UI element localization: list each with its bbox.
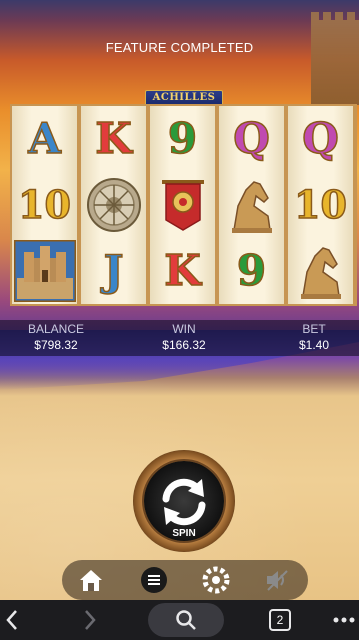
symbol-cell bbox=[12, 238, 77, 304]
menu-icon bbox=[141, 567, 167, 593]
reel-4: Q 9 bbox=[219, 106, 284, 304]
settings-button[interactable] bbox=[201, 565, 231, 595]
symbol-cell: J bbox=[81, 238, 146, 304]
home-button[interactable] bbox=[76, 565, 106, 595]
symbol-cell: K bbox=[150, 238, 215, 304]
search-icon bbox=[176, 610, 196, 630]
forward-button[interactable] bbox=[80, 603, 100, 637]
symbol-ten: 10 bbox=[293, 182, 347, 227]
bet-label: BET bbox=[302, 322, 326, 336]
symbol-nine: 9 bbox=[236, 246, 267, 295]
symbol-king: K bbox=[94, 114, 132, 163]
symbol-cell: Q bbox=[288, 106, 353, 172]
forward-icon bbox=[85, 610, 96, 630]
horse-symbol-icon bbox=[231, 181, 272, 233]
balance-label: BALANCE bbox=[27, 322, 85, 336]
symbol-queen: Q bbox=[232, 114, 270, 163]
castle-symbol-icon bbox=[13, 240, 76, 302]
reel-5: Q 10 bbox=[288, 106, 353, 304]
symbol-ten: 10 bbox=[17, 182, 71, 227]
reel-3: 9 K bbox=[150, 106, 215, 304]
tabs-button[interactable]: 2 bbox=[266, 603, 294, 637]
symbol-cell: 10 bbox=[12, 172, 77, 238]
balance-stat: BALANCE $798.32 bbox=[18, 322, 94, 352]
symbol-nine: 9 bbox=[167, 114, 198, 163]
reel-grid: A 10 K J 9 K Q 9 Q 10 bbox=[10, 104, 357, 306]
horse-symbol-icon bbox=[300, 247, 341, 299]
win-label: WIN bbox=[172, 322, 196, 336]
feature-message: FEATURE COMPLETED bbox=[105, 40, 254, 55]
castle-tower-background bbox=[311, 12, 359, 105]
symbol-cell bbox=[81, 172, 146, 238]
more-button[interactable] bbox=[330, 603, 358, 637]
symbol-cell: Q bbox=[219, 106, 284, 172]
sound-muted-icon bbox=[267, 570, 288, 591]
tabs-icon: 2 bbox=[269, 609, 291, 631]
symbol-cell: A bbox=[12, 106, 77, 172]
settings-icon bbox=[202, 566, 230, 594]
symbol-cell: K bbox=[81, 106, 146, 172]
shield-symbol-icon bbox=[86, 178, 141, 232]
back-button[interactable] bbox=[2, 603, 22, 637]
sound-button[interactable] bbox=[262, 565, 292, 595]
more-icon bbox=[333, 617, 355, 623]
symbol-jack: J bbox=[103, 246, 124, 295]
bet-value: $1.40 bbox=[298, 338, 330, 352]
reel-1: A 10 bbox=[12, 106, 77, 304]
search-button[interactable] bbox=[148, 603, 224, 637]
symbol-cell bbox=[150, 172, 215, 238]
menu-button[interactable] bbox=[139, 565, 169, 595]
symbol-cell: 10 bbox=[288, 172, 353, 238]
spin-label: SPIN bbox=[172, 528, 196, 539]
symbol-queen: Q bbox=[301, 114, 339, 163]
symbol-cell bbox=[219, 172, 284, 238]
win-stat: WIN $166.32 bbox=[146, 322, 222, 352]
banner-symbol-icon bbox=[161, 180, 204, 231]
win-value: $166.32 bbox=[162, 338, 206, 352]
symbol-king: K bbox=[163, 246, 201, 295]
symbol-cell bbox=[288, 238, 353, 304]
bet-stat: BET $1.40 bbox=[276, 322, 352, 352]
home-icon bbox=[80, 570, 102, 591]
symbol-ace: A bbox=[27, 114, 61, 163]
symbol-cell: 9 bbox=[219, 238, 284, 304]
back-icon bbox=[6, 610, 17, 630]
balance-value: $798.32 bbox=[34, 338, 78, 352]
symbol-cell: 9 bbox=[150, 106, 215, 172]
stats-bar: BALANCE $798.32 WIN $166.32 BET $1.40 bbox=[0, 320, 359, 356]
reel-2: K J bbox=[81, 106, 146, 304]
